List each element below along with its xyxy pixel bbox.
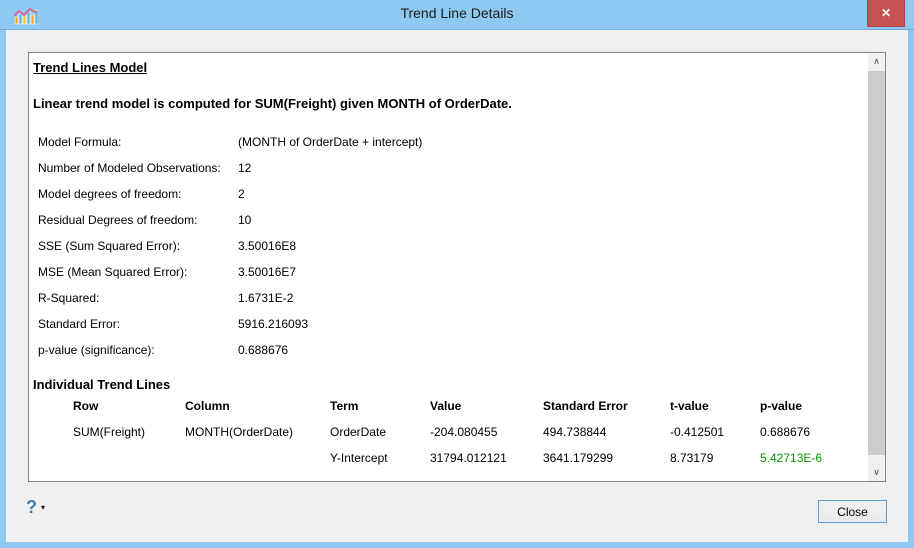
stat-value: (MONTH of OrderDate + intercept) (238, 135, 423, 149)
stat-label: Model Formula: (38, 135, 122, 149)
chevron-up-icon: ∧ (873, 56, 880, 66)
trend-line-details-dialog: Trend Line Details ✕ Trend Lines Model L… (0, 0, 914, 548)
titlebar: Trend Line Details ✕ (0, 0, 914, 30)
stat-row-residual-df: Residual Degrees of freedom: 10 (38, 207, 862, 233)
trend-lines-table: Row Column Term Value Standard Error t-v… (73, 393, 828, 471)
column-header-column: Column (185, 399, 230, 413)
stat-label: Number of Modeled Observations: (38, 161, 221, 175)
stat-row-model-formula: Model Formula: (MONTH of OrderDate + int… (38, 129, 862, 155)
model-description: Linear trend model is computed for SUM(F… (33, 96, 512, 111)
cell-p-value: 0.688676 (760, 425, 811, 439)
cell-t-value: -0.412501 (670, 425, 725, 439)
stat-label: R-Squared: (38, 291, 100, 305)
stat-row-standard-error: Standard Error: 5916.216093 (38, 311, 862, 337)
stat-value: 5916.216093 (238, 317, 309, 331)
stat-label: p-value (significance): (38, 343, 155, 357)
cell-t-value: 8.73179 (670, 451, 714, 465)
stat-label: Residual Degrees of freedom: (38, 213, 198, 227)
stat-value: 3.50016E8 (238, 239, 297, 253)
stat-row-p-value: p-value (significance): 0.688676 (38, 337, 862, 363)
stat-label: SSE (Sum Squared Error): (38, 239, 181, 253)
trend-report-content: Trend Lines Model Linear trend model is … (29, 53, 868, 481)
caret-down-icon: ▾ (41, 503, 46, 512)
close-icon: ✕ (880, 6, 892, 20)
trend-report-panel: Trend Lines Model Linear trend model is … (28, 52, 886, 482)
column-header-value: Value (430, 399, 462, 413)
column-header-t-value: t-value (670, 399, 709, 413)
stat-label: Model degrees of freedom: (38, 187, 182, 201)
cell-column: MONTH(OrderDate) (185, 425, 294, 439)
cell-row (73, 445, 185, 471)
stat-label: MSE (Mean Squared Error): (38, 265, 188, 279)
stat-value: 10 (238, 213, 252, 227)
stat-row-sse: SSE (Sum Squared Error): 3.50016E8 (38, 233, 862, 259)
close-window-button[interactable]: ✕ (867, 0, 905, 27)
stat-value: 0.688676 (238, 343, 289, 357)
column-header-term: Term (330, 399, 359, 413)
scroll-up-button[interactable]: ∧ (868, 53, 885, 70)
stat-row-r-squared: R-Squared: 1.6731E-2 (38, 285, 862, 311)
cell-standard-error: 494.738844 (543, 425, 607, 439)
model-statistics: Model Formula: (MONTH of OrderDate + int… (38, 129, 862, 363)
cell-value: -204.080455 (430, 425, 498, 439)
stat-value: 3.50016E7 (238, 265, 297, 279)
stat-value: 2 (238, 187, 245, 201)
cell-term: Y-Intercept (330, 451, 388, 465)
dialog-title: Trend Line Details (400, 5, 514, 21)
stat-value: 1.6731E-2 (238, 291, 294, 305)
table-header-row: Row Column Term Value Standard Error t-v… (73, 393, 828, 419)
individual-trend-lines-heading: Individual Trend Lines (33, 377, 171, 392)
scroll-down-button[interactable]: ∨ (868, 464, 885, 481)
column-header-standard-error: Standard Error (543, 399, 628, 413)
table-row: Y-Intercept 31794.012121 3641.179299 8.7… (73, 445, 828, 471)
vertical-scrollbar[interactable]: ∧ ∨ (868, 53, 885, 481)
cell-column (185, 445, 330, 471)
stat-label: Standard Error: (38, 317, 121, 331)
column-header-p-value: p-value (760, 399, 803, 413)
help-dropdown[interactable]: ? ▾ (26, 497, 45, 517)
chevron-down-icon: ∨ (873, 467, 880, 477)
table-row: SUM(Freight) MONTH(OrderDate) OrderDate … (73, 419, 828, 445)
stat-row-model-df: Model degrees of freedom: 2 (38, 181, 862, 207)
cell-standard-error: 3641.179299 (543, 451, 614, 465)
cell-value: 31794.012121 (430, 451, 507, 465)
scrollbar-thumb[interactable] (868, 71, 885, 455)
stat-row-mse: MSE (Mean Squared Error): 3.50016E7 (38, 259, 862, 285)
stat-row-observations: Number of Modeled Observations: 12 (38, 155, 862, 181)
report-heading: Trend Lines Model (33, 60, 148, 75)
close-button[interactable]: Close (818, 500, 887, 523)
cell-row: SUM(Freight) (73, 425, 146, 439)
stat-value: 12 (238, 161, 252, 175)
column-header-row: Row (73, 399, 99, 413)
cell-p-value: 5.42713E-6 (760, 451, 823, 465)
cell-term: OrderDate (330, 425, 387, 439)
help-icon: ? (26, 497, 37, 517)
